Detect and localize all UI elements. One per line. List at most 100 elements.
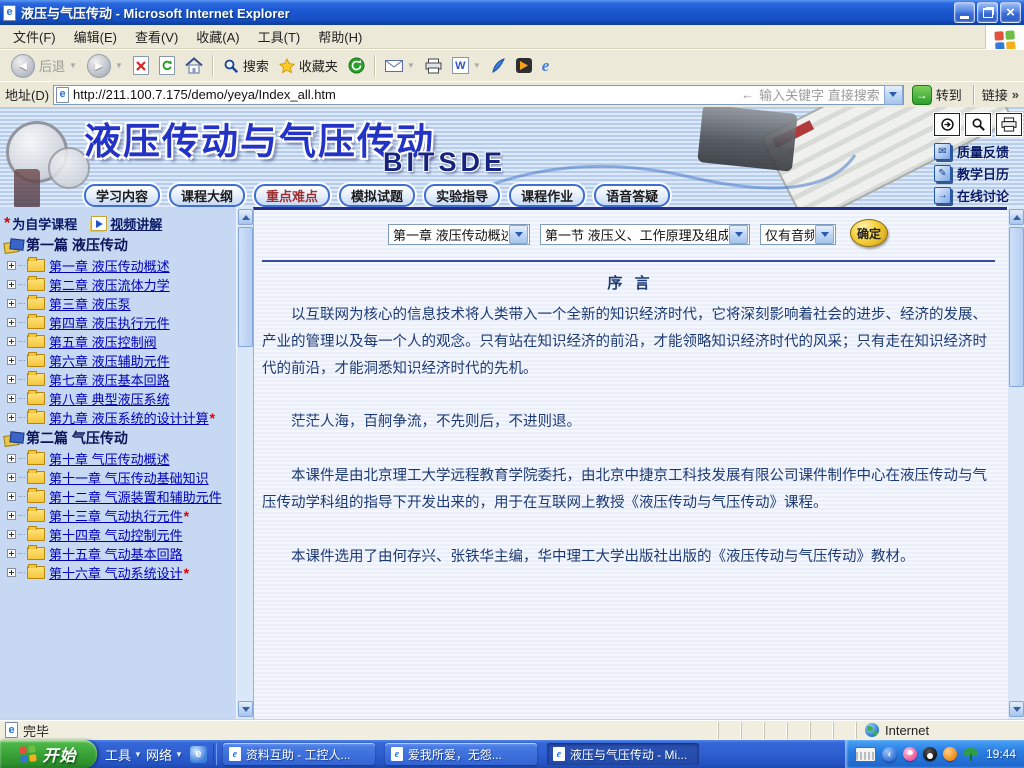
go-button[interactable]: → 转到 <box>908 85 966 105</box>
forward-dropdown-icon[interactable]: ▼ <box>115 61 123 70</box>
mail-dropdown-icon[interactable]: ▼ <box>407 61 415 70</box>
chapter-link[interactable]: 第五章 液压控制阀 <box>49 332 157 351</box>
minimize-button[interactable] <box>954 2 975 23</box>
banner-nav-button[interactable]: 学习内容 <box>84 184 160 207</box>
menu-item[interactable]: 查看(V) <box>126 24 187 49</box>
expand-plus-icon[interactable] <box>7 261 16 270</box>
banner-nav-button[interactable]: 语音答疑 <box>594 184 670 207</box>
chapter-link[interactable]: 第二章 液压流体力学 <box>49 275 170 294</box>
scroll-up-button[interactable] <box>238 209 253 225</box>
scroll-down-button[interactable] <box>238 701 253 717</box>
video-play-icon[interactable] <box>91 216 107 231</box>
media-button[interactable] <box>511 56 537 75</box>
chapter-link[interactable]: 第十四章 气动控制元件 <box>49 525 183 544</box>
links-overflow-chevron[interactable]: » <box>1012 87 1019 102</box>
scrollbar-thumb[interactable] <box>238 227 253 347</box>
print-button[interactable] <box>420 56 447 76</box>
chapter-link[interactable]: 第八章 典型液压系统 <box>49 389 170 408</box>
expand-plus-icon[interactable] <box>7 568 16 577</box>
expand-plus-icon[interactable] <box>7 473 16 482</box>
expand-plus-icon[interactable] <box>7 413 16 422</box>
expand-plus-icon[interactable] <box>7 492 16 501</box>
expand-plus-icon[interactable] <box>7 375 16 384</box>
expand-plus-icon[interactable] <box>7 394 16 403</box>
chapter-link[interactable]: 第一章 液压传动概述 <box>49 256 170 275</box>
forward-button[interactable]: ► ▼ <box>82 52 128 80</box>
banner-nav-button[interactable]: 课程作业 <box>509 184 585 207</box>
video-explain-link[interactable]: 视频讲解 <box>110 214 162 233</box>
section-select[interactable]: 第一节 液压义、工作原理及组成 <box>540 224 750 245</box>
chapter-link[interactable]: 第十五章 气动基本回路 <box>49 544 183 563</box>
chapter-link[interactable]: 第四章 液压执行元件 <box>49 313 170 332</box>
menu-item[interactable]: 收藏(A) <box>187 24 248 49</box>
taskbar-window-button[interactable]: e 液压与气压传动 - Mi... <box>547 743 699 765</box>
scroll-down-button[interactable] <box>1009 701 1024 717</box>
menu-item[interactable]: 工具(T) <box>249 24 310 49</box>
scroll-up-button[interactable] <box>1009 209 1024 225</box>
chapter-link[interactable]: 第三章 液压泵 <box>49 294 131 313</box>
quick-launch-menu[interactable]: 网络▼ <box>146 745 183 764</box>
menu-item[interactable]: 文件(F) <box>4 24 65 49</box>
expand-plus-icon[interactable] <box>7 530 16 539</box>
expand-plus-icon[interactable] <box>7 549 16 558</box>
quick-launch-icon[interactable]: e <box>190 746 207 763</box>
expand-plus-icon[interactable] <box>7 280 16 289</box>
chapter-link[interactable]: 第十二章 气源装置和辅助元件 <box>49 487 222 506</box>
menu-item[interactable]: 编辑(E) <box>65 24 126 49</box>
feedback-link[interactable]: ✉ 质量反馈 <box>934 143 1009 160</box>
calendar-link[interactable]: ✎ 教学日历 <box>934 165 1009 182</box>
chapter-link[interactable]: 第十三章 气动执行元件 <box>49 506 183 525</box>
expand-plus-icon[interactable] <box>7 511 16 520</box>
taskbar-window-button[interactable]: e 资料互助 - 工控人... <box>223 743 375 765</box>
banner-nav-button[interactable]: 模拟试题 <box>339 184 415 207</box>
chapter-link[interactable]: 第十章 气压传动概述 <box>49 449 170 468</box>
home-button[interactable] <box>180 55 208 76</box>
hide-icons-button[interactable]: ‹ <box>882 747 897 762</box>
favorites-button[interactable]: 收藏夹 <box>274 54 343 77</box>
qq-penguin-tray-icon[interactable] <box>923 747 937 761</box>
discuss-button[interactable] <box>486 56 511 76</box>
qq-orange-tray-icon[interactable] <box>943 747 957 761</box>
expand-plus-icon[interactable] <box>7 299 16 308</box>
edit-word-button[interactable]: W ▼ <box>447 55 486 76</box>
keyboard-tray-icon[interactable] <box>855 747 876 762</box>
messenger-button[interactable]: e <box>537 55 555 76</box>
chapter-link[interactable]: 第六章 液压辅助元件 <box>49 351 170 370</box>
confirm-button[interactable]: 确定 <box>850 219 888 247</box>
history-button[interactable] <box>343 55 370 76</box>
discussion-link[interactable]: → 在线讨论 <box>934 187 1009 204</box>
qq-pink-tray-icon[interactable] <box>903 747 917 761</box>
refresh-button[interactable] <box>154 54 180 77</box>
links-label[interactable]: 链接 <box>982 85 1008 104</box>
mail-button[interactable]: ▼ <box>380 58 420 74</box>
close-button[interactable]: × <box>1000 2 1021 23</box>
stop-button[interactable] <box>128 54 154 77</box>
scrollbar-thumb[interactable] <box>1009 227 1024 387</box>
address-input[interactable]: e http://211.100.7.175/demo/yeya/Index_a… <box>53 85 904 105</box>
quick-launch-menu[interactable]: 工具▼ <box>105 745 142 764</box>
chapter-link[interactable]: 第十一章 气压传动基础知识 <box>49 468 209 487</box>
media-select[interactable]: 仅有音频 <box>760 224 836 245</box>
expand-plus-icon[interactable] <box>7 318 16 327</box>
banner-nav-button[interactable]: 课程大纲 <box>169 184 245 207</box>
chevron-down-icon[interactable] <box>729 225 748 244</box>
edit-dropdown-icon[interactable]: ▼ <box>473 61 481 70</box>
sidebar-scrollbar[interactable] <box>236 207 253 719</box>
return-home-button[interactable] <box>934 113 960 136</box>
banner-nav-button[interactable]: 重点难点 <box>254 184 330 207</box>
expand-plus-icon[interactable] <box>7 337 16 346</box>
banner-nav-button[interactable]: 实验指导 <box>424 184 500 207</box>
restore-button[interactable] <box>977 2 998 23</box>
chapter-link[interactable]: 第七章 液压基本回路 <box>49 370 170 389</box>
expand-plus-icon[interactable] <box>7 454 16 463</box>
back-button[interactable]: ◄ 后退 ▼ <box>6 52 82 80</box>
expand-plus-icon[interactable] <box>7 356 16 365</box>
umbrella-tray-icon[interactable] <box>963 747 978 762</box>
chapter-link[interactable]: 第九章 液压系统的设计计算 <box>49 408 209 427</box>
chapter-select[interactable]: 第一章 液压传动概述 <box>388 224 530 245</box>
start-button[interactable]: 开始 <box>0 740 97 768</box>
address-dropdown-button[interactable] <box>884 85 903 105</box>
chapter-link[interactable]: 第十六章 气动系统设计 <box>49 563 183 582</box>
back-dropdown-icon[interactable]: ▼ <box>69 61 77 70</box>
search-button[interactable]: 搜索 <box>218 54 274 77</box>
